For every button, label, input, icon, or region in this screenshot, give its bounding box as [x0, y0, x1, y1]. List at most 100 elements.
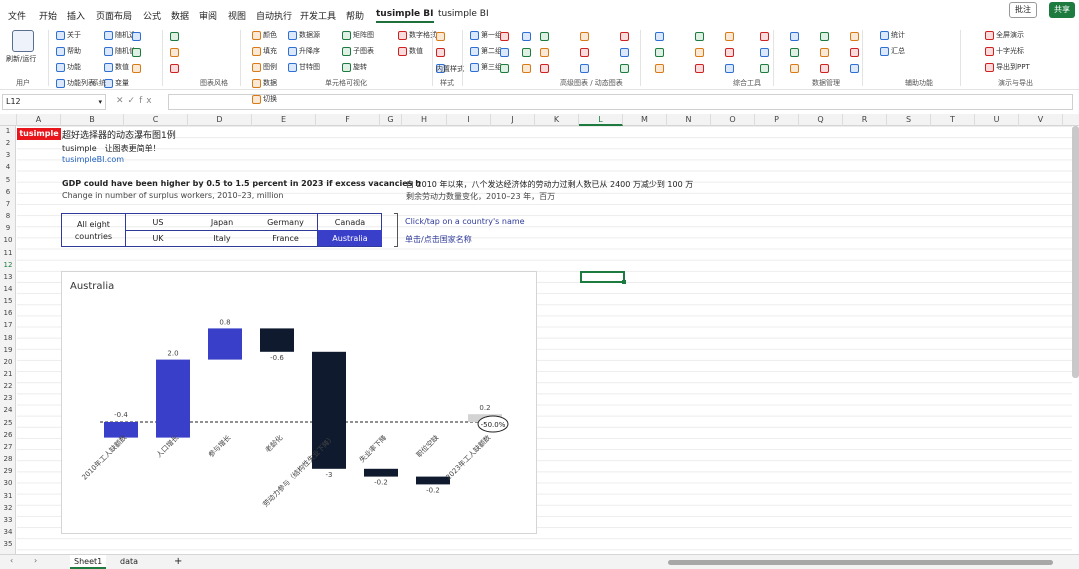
column-header-Q[interactable]: Q — [799, 114, 843, 126]
ribbon-button[interactable]: 数值 — [398, 46, 423, 56]
ribbon-button[interactable]: 甘特图 — [288, 62, 320, 72]
country-button-us[interactable]: US — [126, 214, 190, 231]
confirm-icon[interactable]: ✓ — [128, 96, 140, 106]
ribbon-button[interactable]: 变量 — [104, 78, 129, 88]
ribbon-button[interactable]: 子图表 — [342, 46, 374, 56]
prev-sheet-icon[interactable]: ‹ — [10, 556, 13, 565]
ribbon-icon[interactable] — [850, 32, 859, 41]
refresh-run-icon[interactable] — [12, 30, 34, 52]
column-header-G[interactable]: G — [380, 114, 402, 126]
ribbon-button[interactable]: 导出到PPT — [985, 62, 1030, 72]
ribbon-icon[interactable] — [620, 64, 629, 73]
ribbon-icon[interactable] — [655, 64, 664, 73]
ribbon-button[interactable]: 功能 — [56, 62, 81, 72]
tab-data[interactable]: data — [116, 555, 142, 569]
cancel-icon[interactable]: ✕ — [116, 96, 128, 106]
column-header-M[interactable]: M — [623, 114, 667, 126]
country-button-japan[interactable]: Japan — [190, 214, 254, 231]
comments-button[interactable]: 批注 — [1009, 2, 1037, 18]
menu-8[interactable]: 视图 — [228, 9, 246, 22]
row-header-17[interactable]: 17 — [0, 320, 15, 331]
ribbon-button[interactable]: 图例 — [252, 62, 277, 72]
ribbon-icon[interactable] — [170, 32, 179, 41]
menu-12[interactable]: tusimple BI — [376, 9, 434, 23]
column-header-N[interactable]: N — [667, 114, 711, 126]
column-header-J[interactable]: J — [491, 114, 535, 126]
ribbon-icon[interactable] — [695, 32, 704, 41]
ribbon-icon[interactable] — [725, 32, 734, 41]
row-header-20[interactable]: 20 — [0, 357, 15, 368]
vertical-scrollbar[interactable] — [1072, 126, 1079, 378]
column-header-A[interactable]: A — [17, 114, 61, 126]
menu-2[interactable]: 开始 — [39, 9, 57, 22]
ribbon-icon[interactable] — [620, 48, 629, 57]
row-header-25[interactable]: 25 — [0, 418, 15, 429]
all-countries-button[interactable]: All eight countries — [62, 214, 126, 246]
row-header-18[interactable]: 18 — [0, 333, 15, 344]
ribbon-icon[interactable] — [820, 32, 829, 41]
column-header-R[interactable]: R — [843, 114, 887, 126]
column-header-T[interactable]: T — [931, 114, 975, 126]
row-header-21[interactable]: 21 — [0, 369, 15, 380]
ribbon-icon[interactable] — [695, 64, 704, 73]
ribbon-button[interactable]: 汇总 — [880, 46, 905, 56]
row-header-11[interactable]: 11 — [0, 248, 15, 259]
row-header-4[interactable]: 4 — [0, 162, 15, 173]
ribbon-icon[interactable] — [850, 64, 859, 73]
ribbon-button[interactable]: 统计 — [880, 30, 905, 40]
ribbon-icon[interactable] — [820, 64, 829, 73]
column-header-O[interactable]: O — [711, 114, 755, 126]
column-header-U[interactable]: U — [975, 114, 1019, 126]
ribbon-icon[interactable] — [655, 32, 664, 41]
horizontal-scrollbar[interactable] — [668, 560, 1053, 565]
country-button-italy[interactable]: Italy — [190, 230, 254, 246]
ribbon-icon[interactable] — [820, 48, 829, 57]
ribbon-icon[interactable] — [540, 48, 549, 57]
country-button-uk[interactable]: UK — [126, 230, 190, 246]
row-header-14[interactable]: 14 — [0, 284, 15, 295]
row-header-5[interactable]: 5 — [0, 175, 15, 186]
row-header-32[interactable]: 32 — [0, 503, 15, 514]
column-header-H[interactable]: H — [402, 114, 447, 126]
menu-3[interactable]: 插入 — [67, 9, 85, 22]
row-header-30[interactable]: 30 — [0, 478, 15, 489]
row-header-19[interactable]: 19 — [0, 345, 15, 356]
ribbon-icon[interactable] — [522, 64, 531, 73]
country-button-canada[interactable]: Canada — [318, 214, 382, 231]
ribbon-button[interactable]: 填充 — [252, 46, 277, 56]
row-header-27[interactable]: 27 — [0, 442, 15, 453]
ribbon-button[interactable]: 十字光标 — [985, 46, 1024, 56]
ribbon-icon[interactable] — [540, 64, 549, 73]
row-header-33[interactable]: 33 — [0, 515, 15, 526]
menu-11[interactable]: 帮助 — [346, 9, 364, 22]
ribbon-icon[interactable] — [522, 48, 531, 57]
column-header-V[interactable]: V — [1019, 114, 1063, 126]
country-button-australia[interactable]: Australia — [318, 230, 382, 246]
row-header-26[interactable]: 26 — [0, 430, 15, 441]
row-header-34[interactable]: 34 — [0, 527, 15, 538]
ribbon-button[interactable]: 第二组 — [470, 46, 502, 56]
formula-input[interactable] — [168, 94, 1073, 110]
ribbon-icon[interactable] — [540, 32, 549, 41]
fx-label[interactable]: fx — [139, 96, 156, 106]
ribbon-icon[interactable] — [790, 32, 799, 41]
active-cell[interactable] — [580, 271, 626, 284]
next-sheet-icon[interactable]: › — [34, 556, 37, 565]
row-header-31[interactable]: 31 — [0, 491, 15, 502]
ribbon-icon[interactable] — [500, 64, 509, 73]
ribbon-icon[interactable] — [436, 32, 445, 41]
ribbon-icon[interactable] — [655, 48, 664, 57]
ribbon-icon[interactable] — [760, 32, 769, 41]
refresh-run-label[interactable]: 刷新/运行 — [6, 54, 40, 64]
ribbon-button[interactable]: 帮助 — [56, 46, 81, 56]
row-header-23[interactable]: 23 — [0, 393, 15, 404]
row-header-28[interactable]: 28 — [0, 454, 15, 465]
menu-4[interactable]: 页面布局 — [96, 9, 132, 22]
ribbon-button[interactable]: 功能列表 — [56, 78, 95, 88]
name-box[interactable]: L12 ▾ — [2, 94, 106, 110]
ribbon-button[interactable]: 升降序 — [288, 46, 320, 56]
add-sheet-button[interactable]: + — [170, 555, 186, 569]
ribbon-icon[interactable] — [500, 32, 509, 41]
ribbon-icon[interactable] — [695, 48, 704, 57]
row-header-16[interactable]: 16 — [0, 308, 15, 319]
